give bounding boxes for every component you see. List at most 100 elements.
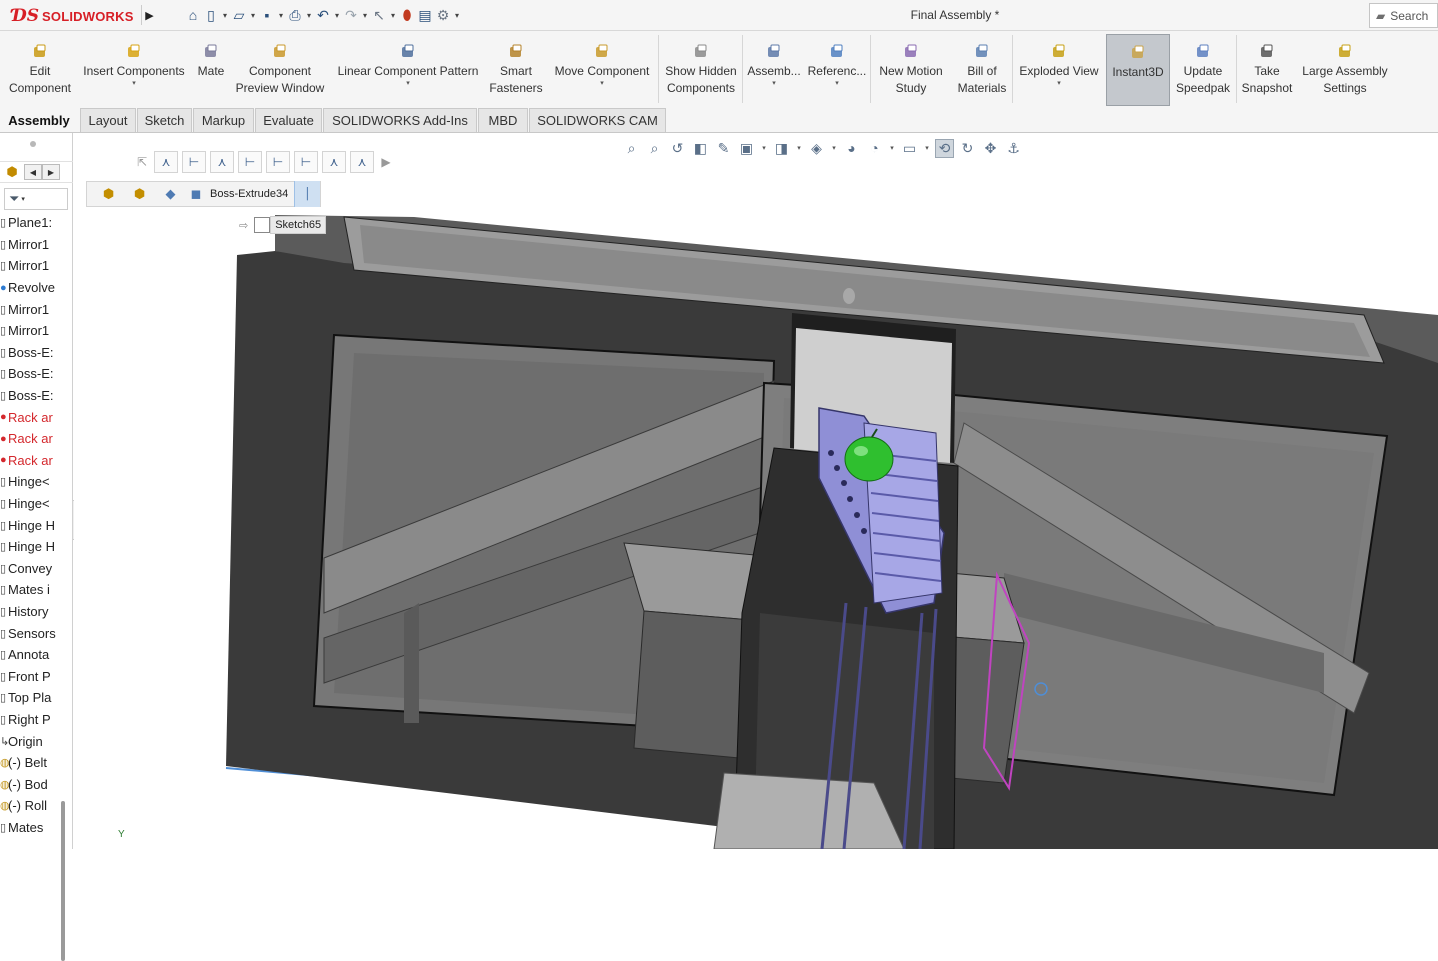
path-length-icon[interactable]: ⋏ bbox=[350, 151, 374, 173]
tree-item[interactable]: ● Rack ar bbox=[0, 406, 60, 428]
tab-solidworks-add-ins[interactable]: SOLIDWORKS Add-Ins bbox=[323, 108, 477, 132]
motion-study-button[interactable]: New Motion Study bbox=[872, 34, 950, 106]
open-dropdown-icon[interactable]: ▾ bbox=[249, 5, 257, 25]
mate-button[interactable]: Mate bbox=[190, 34, 232, 106]
tree-item[interactable]: ◍ (-) Bod bbox=[0, 773, 60, 795]
tree-item[interactable]: ▯ Mirror1 bbox=[0, 255, 60, 277]
linear-pattern-button[interactable]: Linear Component Pattern ▾ bbox=[330, 34, 486, 106]
file-properties-icon[interactable]: ▤ bbox=[417, 5, 433, 25]
move-icon[interactable]: ✥ bbox=[981, 140, 1000, 157]
apple-model[interactable] bbox=[844, 436, 894, 482]
undo-dropdown-icon[interactable]: ▾ bbox=[333, 5, 341, 25]
tab-assembly[interactable]: Assembly bbox=[0, 108, 78, 132]
command-dropdown-icon[interactable]: ▾ bbox=[772, 80, 776, 88]
select-dropdown-icon[interactable]: ▾ bbox=[389, 5, 397, 25]
previous-view-icon[interactable]: ↺ bbox=[668, 140, 687, 157]
command-dropdown-icon[interactable]: ▾ bbox=[406, 80, 410, 88]
tree-item[interactable]: ↳ Origin bbox=[0, 730, 60, 752]
save-icon[interactable]: ▪ bbox=[259, 5, 275, 25]
tree-item[interactable]: ▯ Mates i bbox=[0, 579, 60, 601]
hide-show-dropdown-icon[interactable]: ▾ bbox=[830, 144, 838, 152]
command-dropdown-icon[interactable]: ▾ bbox=[835, 80, 839, 88]
insert-components-button[interactable]: Insert Components ▾ bbox=[80, 34, 188, 106]
vertical-dimension-icon[interactable]: ⊢ bbox=[238, 151, 262, 173]
show-hidden-button[interactable]: Show Hidden Components bbox=[660, 34, 742, 106]
assembly-features-button[interactable]: Assemb... ▾ bbox=[745, 34, 803, 106]
options-dropdown-icon[interactable]: ▾ bbox=[453, 5, 461, 25]
sketch-chip[interactable]: ⇨ Sketch65 bbox=[239, 214, 327, 236]
command-dropdown-icon[interactable]: ▾ bbox=[600, 80, 604, 88]
tab-mbd[interactable]: MBD bbox=[478, 108, 528, 132]
select-icon[interactable]: ↖ bbox=[371, 5, 387, 25]
tab-scroll-left-icon[interactable]: ◀ bbox=[24, 164, 42, 180]
ordinate-dimension-icon[interactable]: ⊢ bbox=[294, 151, 318, 173]
tree-item[interactable]: ▯ Mirror1 bbox=[0, 298, 60, 320]
edit-appearance-icon[interactable]: ◕ bbox=[842, 140, 861, 156]
tab-markup[interactable]: Markup bbox=[193, 108, 254, 132]
tab-layout[interactable]: Layout bbox=[80, 108, 136, 132]
tree-item[interactable]: ▯ Hinge H bbox=[0, 514, 60, 536]
tree-item[interactable]: ▯ Boss-E: bbox=[0, 363, 60, 385]
apply-scene-dropdown-icon[interactable]: ▾ bbox=[888, 144, 896, 152]
zoom-to-fit-icon[interactable]: ⌕ bbox=[622, 140, 641, 157]
search-button[interactable]: ▰ Search bbox=[1369, 3, 1438, 28]
tree-item[interactable]: ▯ Front P bbox=[0, 665, 60, 687]
tree-item[interactable]: ▯ Top Pla bbox=[0, 687, 60, 709]
new-document-icon[interactable]: ▯ bbox=[203, 5, 219, 25]
smart-dimension-icon[interactable]: ⋏ bbox=[154, 151, 178, 173]
view-orientation-dropdown-icon[interactable]: ▾ bbox=[760, 144, 768, 152]
redo-dropdown-icon[interactable]: ▾ bbox=[361, 5, 369, 25]
panel-grip[interactable] bbox=[30, 141, 36, 147]
anchor-icon[interactable]: ⚓ bbox=[1004, 140, 1023, 157]
smart-fasteners-button[interactable]: Smart Fasteners bbox=[486, 34, 546, 106]
instant3d-button[interactable]: Instant3D bbox=[1106, 34, 1170, 106]
tree-item[interactable]: ● Revolve bbox=[0, 277, 60, 299]
view-settings-dropdown-icon[interactable]: ▾ bbox=[923, 144, 931, 152]
tree-item[interactable]: ▯ Hinge H bbox=[0, 536, 60, 558]
dynamic-annotation-icon[interactable]: ✎ bbox=[714, 140, 733, 157]
horizontal-dimension-icon[interactable]: ⊢ bbox=[182, 151, 206, 173]
tree-item[interactable]: ▯ Boss-E: bbox=[0, 385, 60, 407]
move-component-button[interactable]: Move Component ▾ bbox=[548, 34, 656, 106]
tree-item[interactable]: ▯ Convey bbox=[0, 558, 60, 580]
hide-show-items-icon[interactable]: ◈ bbox=[807, 140, 826, 157]
tree-item[interactable]: ▯ Mirror1 bbox=[0, 234, 60, 256]
menu-expand-arrow-icon[interactable]: ▶ bbox=[141, 5, 157, 25]
tab-solidworks-cam[interactable]: SOLIDWORKS CAM bbox=[529, 108, 666, 132]
redo-icon[interactable]: ↷ bbox=[343, 5, 359, 25]
section-view-icon[interactable]: ◧ bbox=[691, 140, 710, 157]
options-icon[interactable]: ⚙ bbox=[435, 5, 451, 25]
display-style-icon[interactable]: ◨ bbox=[772, 140, 791, 157]
context-expand-arrow-icon[interactable]: ▶ bbox=[378, 151, 394, 173]
chamfer-dimension-icon[interactable]: ⋏ bbox=[322, 151, 346, 173]
tree-item[interactable]: ▯ Hinge< bbox=[0, 471, 60, 493]
tree-item[interactable]: ◍ (-) Belt bbox=[0, 752, 60, 774]
tree-item[interactable]: ▯ Sensors bbox=[0, 622, 60, 644]
undo-icon[interactable]: ↶ bbox=[315, 5, 331, 25]
tab-scroll-right-icon[interactable]: ▶ bbox=[42, 164, 60, 180]
zoom-to-area-icon[interactable]: ⌕ bbox=[645, 140, 664, 157]
print-icon[interactable]: ⎙ bbox=[287, 5, 303, 25]
graphics-viewport[interactable]: ⌕ ⌕ ↺ ◧ ✎ ▣ ▾ ◨ ▾ ◈ ▾ ◕ ◔ ▾ ▭ ▾ ⟲ ↻ ✥ ⚓ … bbox=[74, 133, 1438, 849]
open-icon[interactable]: ▱ bbox=[231, 5, 247, 25]
tree-item[interactable]: ● Rack ar bbox=[0, 450, 60, 472]
tree-item[interactable]: ◍ (-) Roll bbox=[0, 795, 60, 817]
preview-window-button[interactable]: Component Preview Window bbox=[232, 34, 328, 106]
assembly-tree-icon[interactable]: ⬢ bbox=[0, 164, 24, 180]
print-dropdown-icon[interactable]: ▾ bbox=[305, 5, 313, 25]
large-assembly-button[interactable]: Large Assembly Settings bbox=[1297, 34, 1393, 106]
display-style-dropdown-icon[interactable]: ▾ bbox=[795, 144, 803, 152]
tree-item[interactable]: ● Rack ar bbox=[0, 428, 60, 450]
rebuild-icon[interactable]: ⬮ bbox=[399, 5, 415, 25]
solidworks-logo[interactable]: ƊS SOLIDWORKS bbox=[12, 5, 134, 27]
tree-item[interactable]: ▯ History bbox=[0, 601, 60, 623]
view-settings-icon[interactable]: ▭ bbox=[900, 140, 919, 157]
baseline-dimension-icon[interactable]: ⊢ bbox=[266, 151, 290, 173]
rotate-view-icon[interactable]: ⟲ bbox=[935, 138, 954, 158]
breadcrumb-assembly-icon[interactable]: ⬢ bbox=[93, 186, 124, 202]
save-dropdown-icon[interactable]: ▾ bbox=[277, 5, 285, 25]
breadcrumb-feature-label[interactable]: Boss-Extrude34 bbox=[206, 188, 294, 200]
snapshot-button[interactable]: Take Snapshot bbox=[1237, 34, 1297, 106]
reference-geometry-button[interactable]: Referenc... ▾ bbox=[805, 34, 869, 106]
context-select-icon[interactable]: ⇱ bbox=[134, 151, 150, 173]
